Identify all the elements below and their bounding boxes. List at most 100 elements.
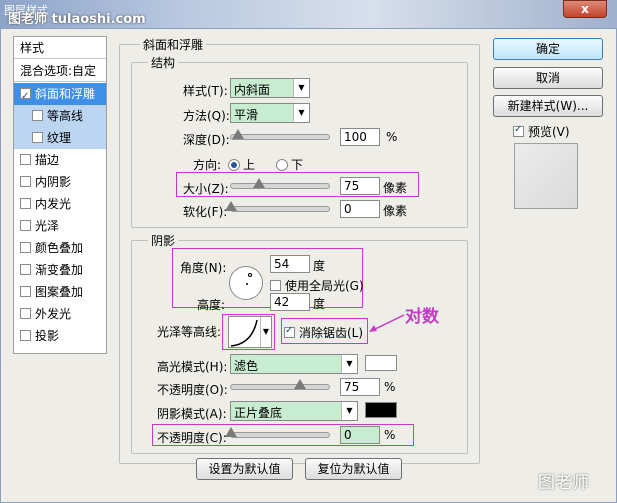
dial-marker-icon: [248, 273, 252, 277]
highlight-opacity-slider[interactable]: [230, 379, 330, 390]
chevron-down-icon: ▼: [293, 79, 309, 97]
style-label: 样式(T):: [183, 84, 228, 98]
checkbox-off-icon[interactable]: [20, 176, 31, 187]
blend-options-item[interactable]: 混合选项:自定: [14, 60, 106, 82]
style-item[interactable]: 斜面和浮雕: [14, 83, 106, 108]
technique-label: 方法(Q):: [183, 109, 230, 123]
style-item-label: 颜色叠加: [35, 241, 84, 255]
depth-input[interactable]: 100: [340, 128, 380, 146]
soften-slider-thumb[interactable]: [225, 201, 237, 211]
checkbox-off-icon[interactable]: [20, 220, 31, 231]
make-default-button[interactable]: 设置为默认值: [196, 458, 293, 480]
style-item[interactable]: 内发光: [14, 193, 106, 215]
direction-label: 方向:: [193, 158, 222, 172]
checkbox-off-icon: [270, 280, 281, 291]
annotation-text: 对数: [405, 307, 439, 327]
direction-up-radio[interactable]: 上: [228, 156, 255, 173]
style-item-label: 图案叠加: [35, 285, 84, 299]
checkbox-off-icon[interactable]: [32, 110, 43, 121]
preview-label: 预览(V): [528, 125, 570, 139]
global-light-label: 使用全局光(G): [285, 279, 364, 293]
style-item[interactable]: 纹理: [14, 127, 106, 149]
checkbox-on-icon: [513, 124, 524, 137]
styles-list: 样式 混合选项:自定 斜面和浮雕等高线纹理描边内阴影内发光光泽颜色叠加渐变叠加图…: [13, 36, 107, 354]
chevron-down-icon: ▼: [341, 402, 357, 420]
radio-off-icon: [276, 159, 288, 171]
soften-input[interactable]: 0: [340, 200, 380, 218]
shadow-mode-value: 正片叠底: [234, 406, 283, 420]
checkbox-off-icon[interactable]: [20, 154, 31, 165]
style-item-label: 等高线: [47, 109, 84, 123]
preview-thumbnail: [514, 143, 578, 209]
style-item[interactable]: 图案叠加: [14, 281, 106, 303]
shadow-mode-select[interactable]: 正片叠底 ▼: [230, 401, 358, 421]
style-item[interactable]: 渐变叠加: [14, 259, 106, 281]
radio-on-icon: [228, 159, 240, 171]
cancel-button[interactable]: 取消: [493, 67, 603, 89]
style-item-label: 内阴影: [35, 175, 72, 189]
style-item-label: 斜面和浮雕: [35, 87, 96, 101]
chevron-down-icon: ▼: [293, 104, 309, 122]
angle-dial[interactable]: [229, 266, 263, 300]
highlight-color-swatch[interactable]: [365, 355, 397, 371]
checkbox-off-icon[interactable]: [20, 308, 31, 319]
style-item-label: 光泽: [35, 219, 60, 233]
style-item-label: 内发光: [35, 197, 72, 211]
dial-center-icon: [246, 283, 248, 285]
style-item-label: 纹理: [47, 131, 72, 145]
altitude-label: 高度:: [197, 298, 226, 312]
styles-header[interactable]: 样式: [14, 37, 106, 59]
ok-button[interactable]: 确定: [493, 38, 603, 60]
checkbox-off-icon[interactable]: [20, 264, 31, 275]
new-style-button[interactable]: 新建样式(W)...: [493, 95, 603, 117]
checkbox-off-icon[interactable]: [32, 132, 43, 143]
checkbox-off-icon[interactable]: [20, 330, 31, 341]
style-item[interactable]: 外发光: [14, 303, 106, 325]
angle-label: 角度(N):: [180, 261, 227, 275]
style-item[interactable]: 光泽: [14, 215, 106, 237]
altitude-input[interactable]: 42: [270, 293, 310, 311]
technique-select[interactable]: 平滑 ▼: [230, 103, 310, 123]
shadow-color-swatch[interactable]: [365, 402, 397, 418]
structure-title: 结构: [148, 54, 179, 71]
style-item[interactable]: 描边: [14, 149, 106, 171]
highlight-mode-label: 高光模式(H):: [157, 360, 228, 374]
technique-value: 平滑: [234, 108, 259, 122]
global-light-checkbox[interactable]: 使用全局光(G): [270, 277, 364, 294]
bevel-title: 斜面和浮雕: [140, 36, 207, 53]
arrow-icon: [369, 314, 405, 332]
style-item[interactable]: 等高线: [14, 105, 106, 127]
style-select[interactable]: 内斜面 ▼: [230, 78, 310, 98]
depth-unit: %: [386, 130, 398, 144]
style-item[interactable]: 内阴影: [14, 171, 106, 193]
depth-slider-thumb[interactable]: [232, 129, 245, 139]
title-bar: 图层样式 图老师 tulaoshi.com x: [0, 0, 617, 28]
highlight-mode-select[interactable]: 滤色 ▼: [230, 354, 358, 374]
highlight-opacity-thumb[interactable]: [294, 379, 306, 389]
soften-slider[interactable]: [225, 201, 330, 212]
chevron-down-icon: ▼: [341, 355, 357, 373]
angle-input[interactable]: 54: [270, 255, 310, 273]
style-value: 内斜面: [234, 83, 271, 97]
style-item[interactable]: 颜色叠加: [14, 237, 106, 259]
checkbox-on-icon[interactable]: [20, 86, 31, 108]
style-item[interactable]: 投影: [14, 325, 106, 347]
depth-slider[interactable]: [230, 129, 330, 140]
style-item-label: 外发光: [35, 307, 72, 321]
highlight-opacity-label: 不透明度(O):: [157, 383, 228, 397]
direction-down-radio[interactable]: 下: [276, 156, 303, 173]
checkbox-off-icon[interactable]: [20, 198, 31, 209]
contour-highlight-box: [222, 314, 275, 350]
highlight-opacity-input[interactable]: 75: [340, 378, 380, 396]
style-item-label: 投影: [35, 329, 60, 343]
style-item-label: 渐变叠加: [35, 263, 84, 277]
altitude-unit: 度: [313, 297, 326, 311]
depth-label: 深度(D):: [183, 133, 230, 147]
close-button[interactable]: x: [563, 0, 607, 18]
preview-checkbox[interactable]: 预览(V): [513, 123, 570, 140]
reset-default-button[interactable]: 复位为默认值: [305, 458, 402, 480]
checkbox-off-icon[interactable]: [20, 242, 31, 253]
highlight-opacity-unit: %: [384, 380, 396, 394]
checkbox-off-icon[interactable]: [20, 286, 31, 297]
antialias-highlight-box: [281, 318, 368, 344]
